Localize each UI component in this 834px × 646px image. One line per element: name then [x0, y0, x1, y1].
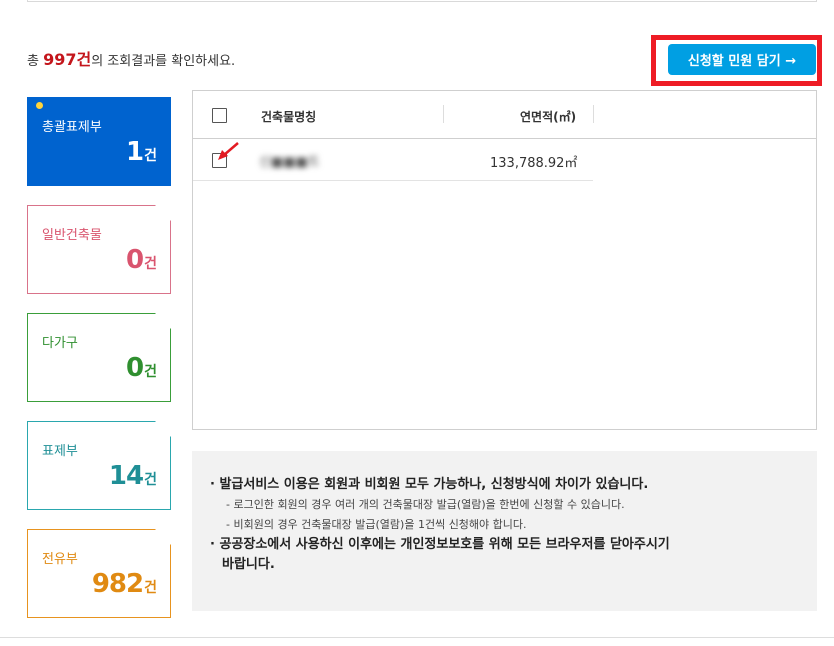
card-label: 표제부 — [42, 444, 78, 459]
corner-fold-icon — [155, 529, 171, 545]
notice-box: · 발급서비스 이용은 회원과 비회원 모두 가능하나, 신청방식에 차이가 있… — [192, 451, 817, 611]
card-label: 총괄표제부 — [42, 120, 102, 135]
corner-fold-icon — [155, 205, 171, 221]
result-summary: 총 997건의 조회결과를 확인하세요. — [27, 46, 235, 70]
building-name: 신■■■트 — [259, 155, 320, 170]
header-divider — [593, 105, 594, 123]
card-count: 14건 — [108, 461, 157, 491]
summary-prefix: 총 — [27, 54, 44, 69]
previous-panel-border — [27, 0, 817, 2]
card-multi-household[interactable]: 다가구 0건 — [27, 313, 171, 402]
active-dot-icon — [36, 102, 43, 109]
card-count: 1건 — [126, 137, 157, 167]
card-exclusive-section[interactable]: 전유부 982건 — [27, 529, 171, 618]
table-row[interactable]: 신■■■트 133,788.92㎡ — [193, 139, 593, 181]
card-label: 다가구 — [42, 336, 78, 351]
floor-area: 133,788.92㎡ — [490, 156, 578, 171]
result-count: 997건 — [43, 50, 92, 69]
header-divider — [443, 105, 444, 123]
header-floor-area: 연면적(㎡) — [520, 110, 577, 124]
add-to-cart-button[interactable]: 신청할 민원 담기 → — [668, 44, 816, 75]
corner-fold-icon — [155, 421, 171, 437]
card-count: 982건 — [91, 569, 157, 599]
divider — [0, 637, 834, 638]
select-all-checkbox[interactable] — [212, 108, 227, 123]
card-total-title[interactable]: 총괄표제부 1건 — [27, 97, 171, 186]
results-table: 건축물명칭 연면적(㎡) 신■■■트 133,788.92㎡ — [192, 90, 817, 430]
notice-line: · 공공장소에서 사용하신 이후에는 개인정보보호를 위해 모든 브라우저를 닫… — [210, 537, 670, 552]
card-count: 0건 — [126, 353, 157, 383]
notice-line-cont: 바랍니다. — [222, 557, 275, 572]
summary-suffix: 의 조회결과를 확인하세요. — [91, 54, 236, 69]
header-building-name: 건축물명칭 — [261, 110, 317, 124]
corner-fold-icon — [155, 313, 171, 329]
pointer-arrow-icon — [218, 142, 239, 160]
card-title-section[interactable]: 표제부 14건 — [27, 421, 171, 510]
card-label: 전유부 — [42, 552, 78, 567]
card-general-building[interactable]: 일반건축물 0건 — [27, 205, 171, 294]
notice-subline: - 비회원의 경우 건축물대장 발급(열람)을 1건씩 신청해야 합니다. — [226, 518, 527, 531]
notice-line: · 발급서비스 이용은 회원과 비회원 모두 가능하나, 신청방식에 차이가 있… — [210, 477, 649, 492]
table-header: 건축물명칭 연면적(㎡) — [193, 91, 816, 139]
card-label: 일반건축물 — [42, 228, 102, 243]
card-count: 0건 — [126, 245, 157, 275]
notice-subline: - 로그인한 회원의 경우 여러 개의 건축물대장 발급(열람)을 한번에 신청… — [226, 498, 625, 511]
